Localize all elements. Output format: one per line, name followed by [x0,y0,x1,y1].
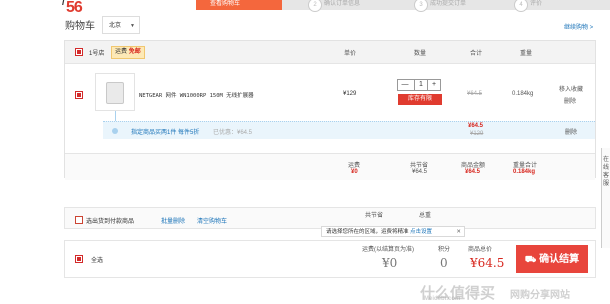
checkout-shipping-label: 运费(以结算页为准) [362,247,414,253]
col-weight-header: 重量 [520,51,533,57]
step-4-label: 评价 [530,1,543,7]
select-all-checkbox[interactable] [75,255,83,263]
qty-plus-button[interactable]: + [428,80,440,90]
promo-total: ¥64.5 [468,123,484,129]
confirm-checkout-button[interactable]: ⛟ 确认结算 [516,245,588,273]
col-qty-header: 数量 [414,51,427,57]
logo-slash: / [62,0,65,8]
checkout-total-label: 商品总价 [468,247,493,253]
shipping-badge-label: 运费 [115,49,128,55]
item-delete-link[interactable]: 删除 [564,96,576,105]
summary-weight-value: 0.184kg [513,169,536,175]
summary-amount-label: 商品金额 [461,163,486,169]
summary-shipping-label: 运费 [348,163,361,169]
logo-mark: 56 [66,0,83,16]
checkout-shipping-value: ¥0 [382,256,398,270]
step-3-label: 成功提交订单 [430,1,467,7]
store-cart-panel: 1号店 运费 免邮 单价 数量 合计 重量 NETGEAR 网件 WN1000R… [64,40,596,180]
item-checkbox[interactable] [75,91,83,99]
product-title-link[interactable]: NETGEAR 网件 WN1000RP 150M 无线扩展器 [139,91,254,99]
region-select[interactable]: 北京 ▼ [102,16,140,34]
page-title: 购物车 [65,21,95,32]
watermark-sub: Meidebi.com [424,296,461,302]
confirm-checkout-label: 确认结算 [539,254,580,265]
promo-discount: 已优惠：¥64.5 [213,130,253,136]
product-image[interactable] [95,73,135,111]
qty-minus-button[interactable]: — [400,80,410,90]
router-icon [106,82,124,104]
summary-saved-value: ¥64.5 [412,169,428,175]
checkout-points-value: 0 [440,256,448,270]
promo-delete-link[interactable]: 删除 [565,127,577,136]
store-checkbox[interactable] [75,48,83,56]
select-cod-label[interactable]: 选出货到付款商品 [86,216,134,225]
watermark-right: 网购分享网站 [510,290,570,301]
online-service-label: 在线客服 [603,157,610,187]
region-value: 北京 [109,23,122,29]
quantity-stepper: — 1 + [397,79,441,91]
move-to-favorites-link[interactable]: 移入收藏 [559,84,583,93]
summary-saved-label: 共节省 [410,163,429,169]
summary-shipping-value: ¥0 [351,169,358,175]
region-tooltip: 请选择您所在的区域，运费将精准 点击设置 ✕ [321,226,465,237]
bottom-weight-label: 总重 [419,213,432,219]
item-total-struck: ¥64.5 [467,91,483,97]
step-2-number: 2 [308,0,322,12]
promo-original-price: ¥129 [470,131,484,137]
step-4-number: 4 [514,0,528,12]
batch-delete-link[interactable]: 批量删除 [161,216,185,225]
select-cod-checkbox[interactable] [75,216,83,224]
checkout-total-value: ¥64.5 [470,256,505,270]
chevron-down-icon: ▼ [130,23,135,29]
stock-limited-button[interactable]: 库存有限 [398,94,442,105]
step-3-number: 3 [414,0,428,12]
summary-amount-value: ¥64.5 [465,169,481,175]
item-weight: 0.184kg [512,91,534,97]
promo-text[interactable]: 指定商品买两1件 每件5折 [131,127,199,136]
site-logo[interactable]: / 56 [62,0,98,18]
checkout-progress: 查看购物车 2 确认订单信息 3 成功提交订单 4 评价 [196,0,610,12]
bottom-saved-label: 共节省 [365,213,384,219]
promo-dot [112,128,118,134]
step-2-label: 确认订单信息 [324,1,361,7]
col-price-header: 单价 [344,51,357,57]
shipping-badge-value: 免邮 [128,49,141,55]
summary-weight-label: 重量合计 [513,163,538,169]
online-service-tab[interactable]: 在线客服 [601,148,610,248]
select-all-label[interactable]: 全选 [91,255,103,264]
col-total-header: 合计 [470,51,483,57]
store-header: 1号店 运费 免邮 单价 数量 合计 重量 [65,41,595,64]
clear-cart-link[interactable]: 清空购物车 [197,216,227,225]
shipping-badge: 运费 免邮 [111,46,145,59]
tooltip-set-link[interactable]: 点击设置 [410,229,432,235]
qty-input[interactable]: 1 [414,80,428,90]
step-1-label: 查看购物车 [210,1,241,7]
item-price: ¥129 [343,91,357,97]
continue-shopping-link[interactable]: 继续购物 > [564,22,593,31]
tooltip-text: 请选择您所在的区域，运费将精准 [326,229,409,235]
store-name: 1号店 [89,51,105,57]
checkout-points-label: 积分 [438,247,451,253]
close-icon[interactable]: ✕ [456,227,461,237]
cart-icon: ⛟ [524,254,537,264]
